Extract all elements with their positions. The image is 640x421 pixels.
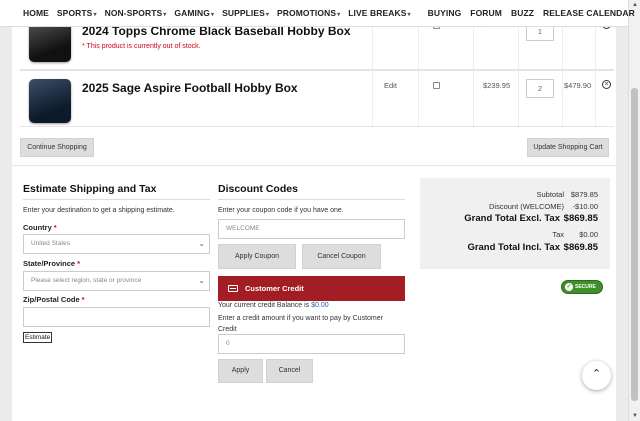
out-of-stock-notice: * This product is currently out of stock… [82,43,201,50]
update-cart-button[interactable]: Update Shopping Cart [527,138,609,157]
product-thumbnail[interactable] [29,79,71,123]
row-subtotal: $479.90 [564,81,592,90]
chevron-down-icon: ▾ [265,12,270,18]
discount-label: Discount (WELCOME) [488,202,564,211]
unit-price: $239.95 [483,81,511,90]
product-name[interactable]: 2025 Sage Aspire Football Hobby Box [82,81,298,95]
country-label: Country * [23,223,57,232]
shipping-section-title: Estimate Shipping and Tax [23,183,157,195]
nav-item-supplies[interactable]: SUPPLIES▾ [222,8,269,18]
credit-help-text: Enter a credit amount if you want to pay… [218,315,383,333]
coupon-code-input[interactable]: WELCOME [218,219,405,239]
nav-item-gaming[interactable]: GAMING▾ [174,8,214,18]
credit-amount-input[interactable]: 0 [218,334,405,354]
chevron-down-icon: ⌄ [198,239,205,248]
grand-total-excl-label: Grand Total Excl. Tax [464,213,560,224]
tax-label: Tax [552,230,564,239]
required-mark: * [81,295,85,304]
scrollbar-thumb[interactable] [631,88,638,401]
subtotal-label: Subtotal [536,190,564,199]
grand-total-incl-value: $869.85 [563,242,598,253]
tax-value: $0.00 [579,230,598,239]
subtotal-value: $879.85 [570,190,598,199]
chevron-down-icon: ⌄ [198,276,205,285]
nav-right-group: BUYING FORUM BUZZ RELEASE CALENDAR [419,8,635,18]
state-select[interactable]: Please select region, state or province … [23,271,210,291]
chevron-up-icon: ⌃ [591,368,602,380]
credit-balance-value: $0.00 [311,302,329,309]
continue-shopping-button[interactable]: Continue Shopping [20,138,94,157]
chevron-down-icon: ▾ [163,12,167,18]
wishlist-checkbox[interactable] [433,82,440,89]
nav-item-non-sports[interactable]: NON-SPORTS▾ [105,8,167,18]
state-label: State/Province * [23,259,81,268]
nav-item-buzz[interactable]: BUZZ [511,8,534,18]
quantity-input[interactable]: 2 [526,79,554,98]
cancel-credit-button[interactable]: Cancel [266,359,313,383]
back-to-top-button[interactable]: ⌃ [582,361,611,390]
secure-checkout-badge: ✓ SECURE [561,280,603,294]
scroll-down-icon[interactable]: ▼ [632,413,638,419]
page-scrollbar[interactable]: ▲ ▼ [628,0,640,421]
credit-balance-text: Your current credit Balance is $0.00 [218,302,329,309]
customer-credit-header[interactable]: Customer Credit [218,276,405,301]
order-totals: Subtotal $879.85 Discount (WELCOME) -$10.0… [420,178,610,269]
credit-card-icon [228,285,238,292]
discount-value: -$10.00 [572,202,598,211]
grand-total-incl-label: Grand Total Incl. Tax [467,242,560,253]
edit-link[interactable]: Edit [384,81,397,90]
cart-item-row: 2025 Sage Aspire Football Hobby Box Edit… [20,70,614,128]
remove-circle-icon[interactable]: × [602,80,611,89]
zip-input[interactable] [23,307,210,327]
chevron-down-icon: ▾ [210,12,215,18]
shipping-description: Enter your destination to get a shipping… [23,207,175,214]
nav-item-live-breaks[interactable]: LIVE BREAKS▾ [348,8,410,18]
estimate-button[interactable]: Estimate [23,332,53,343]
chevron-down-icon: ▾ [337,12,341,18]
nav-item-promotions[interactable]: PROMOTIONS▾ [277,8,340,18]
nav-left-group: HOME SPORTS▾ NON-SPORTS▾ GAMING▾ SUPPLIES▾ PR… [23,8,419,18]
chevron-down-icon: ▾ [407,12,411,18]
apply-credit-button[interactable]: Apply [218,359,263,383]
zip-label: Zip/Postal Code * [23,295,85,304]
cancel-coupon-button[interactable]: Cancel Coupon [302,244,381,269]
discount-description: Enter your coupon code if you have one. [218,207,344,214]
thumbs-up-icon: ✓ [565,283,573,291]
grand-total-excl-value: $869.85 [563,213,598,224]
apply-coupon-button[interactable]: Apply Coupon [218,244,296,269]
nav-item-buying[interactable]: BUYING [428,8,462,18]
nav-item-home[interactable]: HOME [23,8,49,18]
nav-item-release-calendar[interactable]: RELEASE CALENDAR [543,8,635,18]
nav-item-forum[interactable]: FORUM [470,8,502,18]
chevron-down-icon: ▾ [93,12,97,18]
country-select[interactable]: United States ⌄ [23,234,210,254]
nav-item-sports[interactable]: SPORTS▾ [57,8,97,18]
top-navigation: HOME SPORTS▾ NON-SPORTS▾ GAMING▾ SUPPLIES▾ PR… [0,0,635,27]
required-mark: * [77,259,81,268]
required-mark: * [53,223,57,232]
discount-section-title: Discount Codes [218,183,298,195]
